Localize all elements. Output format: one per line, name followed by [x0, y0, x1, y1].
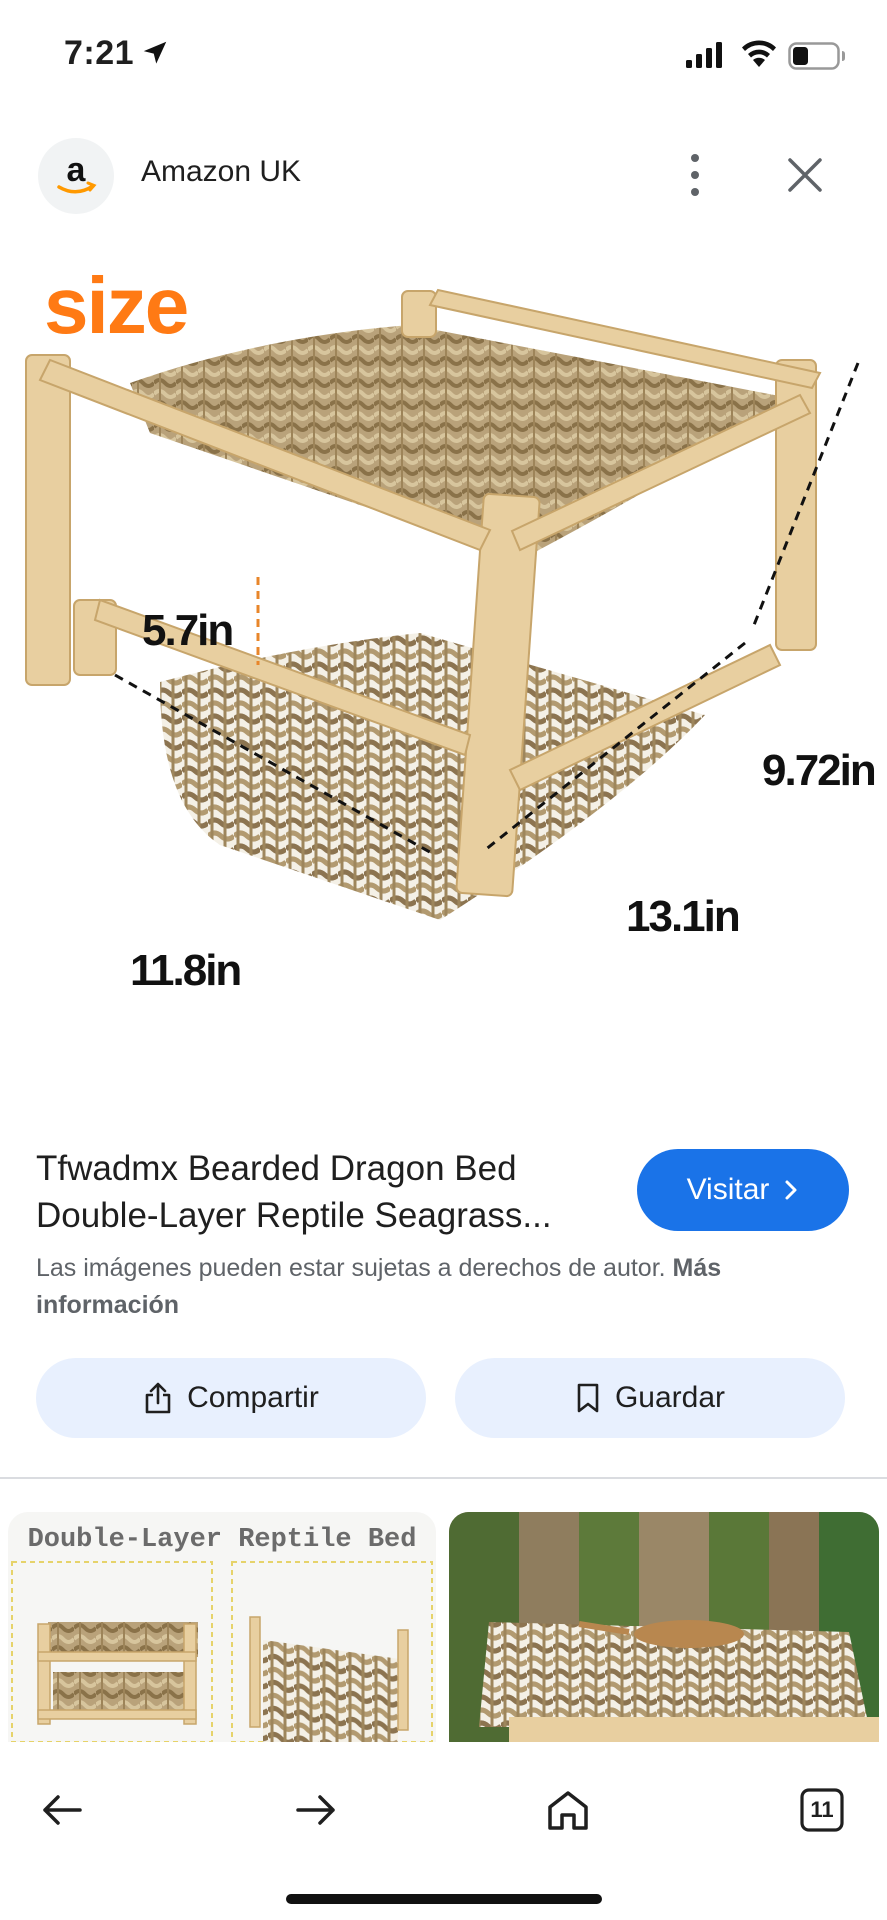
wifi-icon	[742, 40, 776, 67]
width-label: 13.1in	[626, 892, 739, 941]
related-image-1-caption: Double-Layer Reptile Bed	[28, 1525, 417, 1555]
close-icon[interactable]	[784, 154, 826, 196]
more-options-icon[interactable]	[680, 150, 710, 200]
copyright-text: Las imágenes pueden estar sujetas a dere…	[36, 1254, 666, 1282]
svg-text:a: a	[67, 151, 87, 189]
amazon-logo-icon: a	[57, 151, 97, 194]
source-name[interactable]: Amazon UK	[141, 155, 301, 189]
copyright-note: Las imágenes pueden estar sujetas a dere…	[36, 1250, 816, 1324]
cellular-signal-icon	[686, 42, 722, 68]
battery-icon	[788, 42, 845, 70]
lower-mat	[160, 633, 705, 920]
status-time: 7:21	[64, 34, 135, 72]
height-label: 5.7in	[142, 606, 232, 655]
chevron-right-icon	[785, 1180, 797, 1200]
visit-button[interactable]: Visitar	[637, 1149, 849, 1231]
save-button[interactable]: Guardar	[455, 1358, 845, 1438]
product-title-line-1: Tfwadmx Bearded Dragon Bed	[36, 1149, 517, 1188]
related-image-1[interactable]: Double-Layer Reptile Bed	[8, 1512, 436, 1742]
tab-count: 11	[810, 1797, 834, 1822]
back-button[interactable]	[32, 1780, 92, 1840]
product-title[interactable]: Tfwadmx Bearded Dragon Bed Double-Layer …	[36, 1145, 596, 1239]
share-button[interactable]: Compartir	[36, 1358, 426, 1438]
source-avatar[interactable]: a	[38, 138, 114, 214]
forward-button[interactable]	[286, 1780, 346, 1840]
share-icon	[145, 1382, 171, 1414]
location-arrow-icon	[143, 41, 167, 64]
depth-label: 9.72in	[762, 746, 875, 795]
bookmark-icon	[577, 1383, 599, 1413]
home-icon	[548, 1791, 588, 1830]
product-title-line-2: Double-Layer Reptile Seagrass...	[36, 1196, 552, 1235]
save-button-label: Guardar	[614, 1381, 726, 1414]
home-button[interactable]	[538, 1780, 598, 1840]
visit-button-label: Visitar	[686, 1173, 770, 1206]
tabs-button[interactable]: 11	[792, 1780, 852, 1840]
size-label: size	[44, 261, 187, 350]
length-label: 11.8in	[130, 946, 240, 995]
divider	[0, 1477, 887, 1479]
related-image-2[interactable]	[449, 1512, 879, 1742]
arrow-right-icon	[296, 1795, 335, 1825]
share-button-label: Compartir	[187, 1381, 319, 1414]
product-image[interactable]: size 5.7in 9.72in 13.1in 11.8in	[0, 245, 887, 1095]
home-indicator	[286, 1894, 602, 1904]
arrow-left-icon	[43, 1795, 82, 1825]
